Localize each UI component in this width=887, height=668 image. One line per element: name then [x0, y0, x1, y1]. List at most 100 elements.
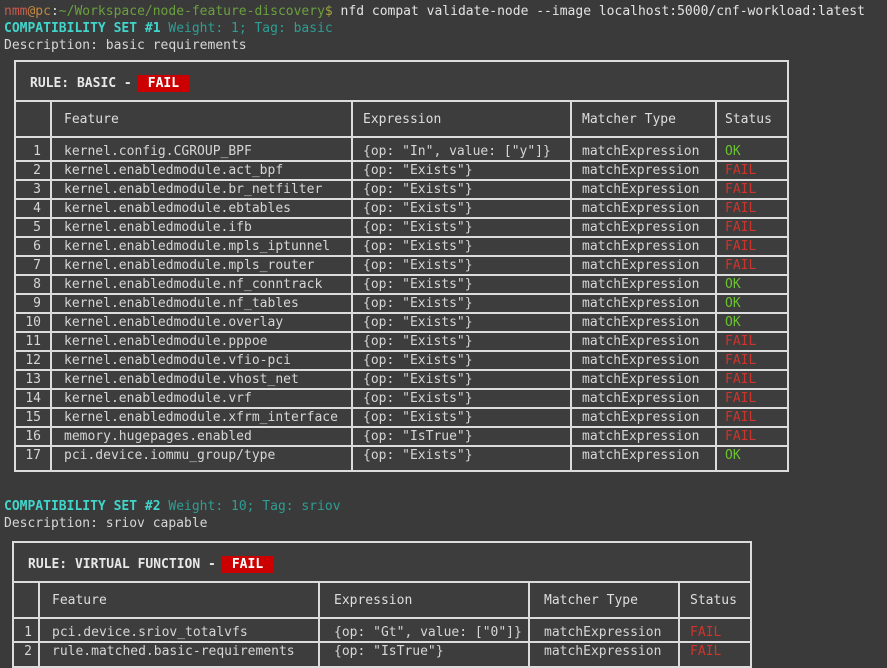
expression-cell: {op: "Exists"} [352, 256, 571, 275]
set2-description: Description: sriov capable [4, 515, 887, 532]
expression-cell: {op: "IsTrue"} [352, 427, 571, 446]
table-row: 1pci.device.sriov_totalvfs{op: "Gt", val… [13, 618, 751, 642]
status-cell: FAIL [716, 389, 788, 408]
matcher-type-cell: matchExpression [571, 199, 716, 218]
status-cell: FAIL [716, 161, 788, 180]
table-row: 9kernel.enabledmodule.nf_tables{op: "Exi… [15, 294, 788, 313]
matcher-type-cell: matchExpression [571, 427, 716, 446]
matcher-type-cell: matchExpression [571, 237, 716, 256]
matcher-type-cell: matchExpression [571, 137, 716, 161]
row-number-cell: 16 [15, 427, 51, 446]
table-row: 10kernel.enabledmodule.overlay{op: "Exis… [15, 313, 788, 332]
rule-label: RULE: BASIC - [30, 76, 132, 91]
matcher-type-cell: matchExpression [571, 218, 716, 237]
compatibility-table-1: RULE: BASIC - FAIL Feature Expression Mat… [14, 60, 789, 472]
matcher-type-cell: matchExpression [571, 313, 716, 332]
expression-cell: {op: "Exists"} [352, 389, 571, 408]
feature-cell: kernel.enabledmodule.br_netfilter [51, 180, 352, 199]
table-row: 14kernel.enabledmodule.vrf{op: "Exists"}… [15, 389, 788, 408]
status-cell: OK [716, 446, 788, 471]
feature-cell: kernel.enabledmodule.nf_conntrack [51, 275, 352, 294]
feature-cell: memory.hugepages.enabled [51, 427, 352, 446]
expression-cell: {op: "Gt", value: ["0"]} [319, 618, 529, 642]
row-number-cell: 7 [15, 256, 51, 275]
feature-cell: pci.device.iommu_group/type [51, 446, 352, 471]
status-cell: OK [716, 137, 788, 161]
feature-cell: kernel.enabledmodule.ifb [51, 218, 352, 237]
table-row: 13kernel.enabledmodule.vhost_net{op: "Ex… [15, 370, 788, 389]
table-row: 3kernel.enabledmodule.br_netfilter{op: "… [15, 180, 788, 199]
feature-cell: kernel.config.CGROUP_BPF [51, 137, 352, 161]
expression-cell: {op: "Exists"} [352, 332, 571, 351]
row-number-cell: 5 [15, 218, 51, 237]
prompt-separator: : [51, 4, 59, 19]
expression-cell: {op: "Exists"} [352, 408, 571, 427]
table-row: 12kernel.enabledmodule.vfio-pci{op: "Exi… [15, 351, 788, 370]
column-header-row: Feature Expression Matcher Type Status [13, 582, 751, 618]
rule-status-badge: FAIL [222, 556, 273, 573]
status-cell: FAIL [716, 199, 788, 218]
col-header-matcher-type: Matcher Type [529, 582, 679, 618]
rule-header-cell: RULE: VIRTUAL FUNCTION -FAIL [13, 542, 751, 582]
col-header-index [15, 101, 51, 137]
table-row: 16memory.hugepages.enabled{op: "IsTrue"}… [15, 427, 788, 446]
expression-cell: {op: "IsTrue"} [319, 642, 529, 667]
status-cell: FAIL [716, 237, 788, 256]
rule-header-row: RULE: BASIC - FAIL [15, 61, 788, 101]
col-header-expression: Expression [352, 101, 571, 137]
row-number-cell: 17 [15, 446, 51, 471]
table-row: 6kernel.enabledmodule.mpls_iptunnel{op: … [15, 237, 788, 256]
col-header-status: Status [679, 582, 751, 618]
status-cell: FAIL [716, 180, 788, 199]
table-row: 4kernel.enabledmodule.ebtables{op: "Exis… [15, 199, 788, 218]
status-cell: FAIL [716, 427, 788, 446]
expression-cell: {op: "Exists"} [352, 199, 571, 218]
matcher-type-cell: matchExpression [529, 642, 679, 667]
feature-cell: pci.device.sriov_totalvfs [39, 618, 319, 642]
table-row: 5kernel.enabledmodule.ifb{op: "Exists"}m… [15, 218, 788, 237]
status-cell: FAIL [679, 642, 751, 667]
set1-title-line: COMPATIBILITY SET #1 Weight: 1; Tag: bas… [4, 20, 887, 37]
row-number-cell: 2 [13, 642, 39, 667]
feature-cell: kernel.enabledmodule.act_bpf [51, 161, 352, 180]
feature-cell: rule.matched.basic-requirements [39, 642, 319, 667]
col-header-matcher-type: Matcher Type [571, 101, 716, 137]
rule-status-badge: FAIL [138, 75, 189, 92]
row-number-cell: 15 [15, 408, 51, 427]
expression-cell: {op: "Exists"} [352, 313, 571, 332]
expression-cell: {op: "In", value: ["y"]} [352, 137, 571, 161]
feature-cell: kernel.enabledmodule.overlay [51, 313, 352, 332]
row-number-cell: 6 [15, 237, 51, 256]
row-number-cell: 1 [15, 137, 51, 161]
col-header-feature: Feature [51, 101, 352, 137]
row-number-cell: 9 [15, 294, 51, 313]
col-header-expression: Expression [319, 582, 529, 618]
expression-cell: {op: "Exists"} [352, 237, 571, 256]
table-row: 7kernel.enabledmodule.mpls_router{op: "E… [15, 256, 788, 275]
row-number-cell: 13 [15, 370, 51, 389]
table-row: 17pci.device.iommu_group/type{op: "Exist… [15, 446, 788, 471]
rule-header-row: RULE: VIRTUAL FUNCTION -FAIL [13, 542, 751, 582]
matcher-type-cell: matchExpression [571, 351, 716, 370]
expression-cell: {op: "Exists"} [352, 370, 571, 389]
matcher-type-cell: matchExpression [571, 180, 716, 199]
matcher-type-cell: matchExpression [571, 256, 716, 275]
prompt-symbol: $ [325, 4, 333, 19]
set1-meta: Weight: 1; Tag: basic [161, 21, 333, 36]
feature-cell: kernel.enabledmodule.xfrm_interface [51, 408, 352, 427]
row-number-cell: 1 [13, 618, 39, 642]
set1-description: Description: basic requirements [4, 37, 887, 54]
table-row: 11kernel.enabledmodule.pppoe{op: "Exists… [15, 332, 788, 351]
command-text: nfd compat validate-node --image localho… [333, 4, 865, 19]
row-number-cell: 3 [15, 180, 51, 199]
matcher-type-cell: matchExpression [571, 370, 716, 389]
matcher-type-cell: matchExpression [571, 275, 716, 294]
feature-cell: kernel.enabledmodule.vhost_net [51, 370, 352, 389]
row-number-cell: 2 [15, 161, 51, 180]
matcher-type-cell: matchExpression [571, 294, 716, 313]
table-row: 8kernel.enabledmodule.nf_conntrack{op: "… [15, 275, 788, 294]
table-row: 1kernel.config.CGROUP_BPF{op: "In", valu… [15, 137, 788, 161]
row-number-cell: 8 [15, 275, 51, 294]
feature-cell: kernel.enabledmodule.mpls_router [51, 256, 352, 275]
row-number-cell: 12 [15, 351, 51, 370]
